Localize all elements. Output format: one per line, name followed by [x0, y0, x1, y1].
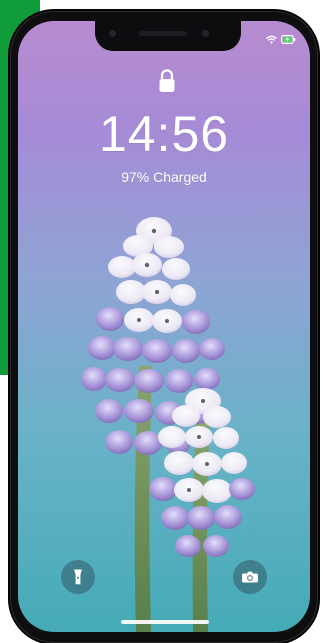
flashlight-icon: [72, 568, 84, 586]
home-indicator[interactable]: [121, 620, 209, 624]
camera-button[interactable]: [233, 560, 267, 594]
lock-icon: [158, 69, 176, 95]
earpiece-speaker: [139, 31, 187, 36]
sensor-icon: [202, 30, 209, 37]
notch: [95, 21, 241, 51]
flashlight-button[interactable]: [61, 560, 95, 594]
clock-time: 14:56: [98, 106, 230, 162]
lock-screen: 14:56 97% Charged: [18, 21, 310, 632]
status-bar: [266, 35, 296, 44]
camera-icon: [241, 570, 259, 584]
wifi-icon: [266, 35, 277, 44]
charge-status: 97% Charged: [121, 169, 207, 185]
front-camera-icon: [109, 30, 116, 37]
battery-charging-icon: [281, 35, 296, 44]
flower-wallpaper-image: [81, 217, 255, 632]
